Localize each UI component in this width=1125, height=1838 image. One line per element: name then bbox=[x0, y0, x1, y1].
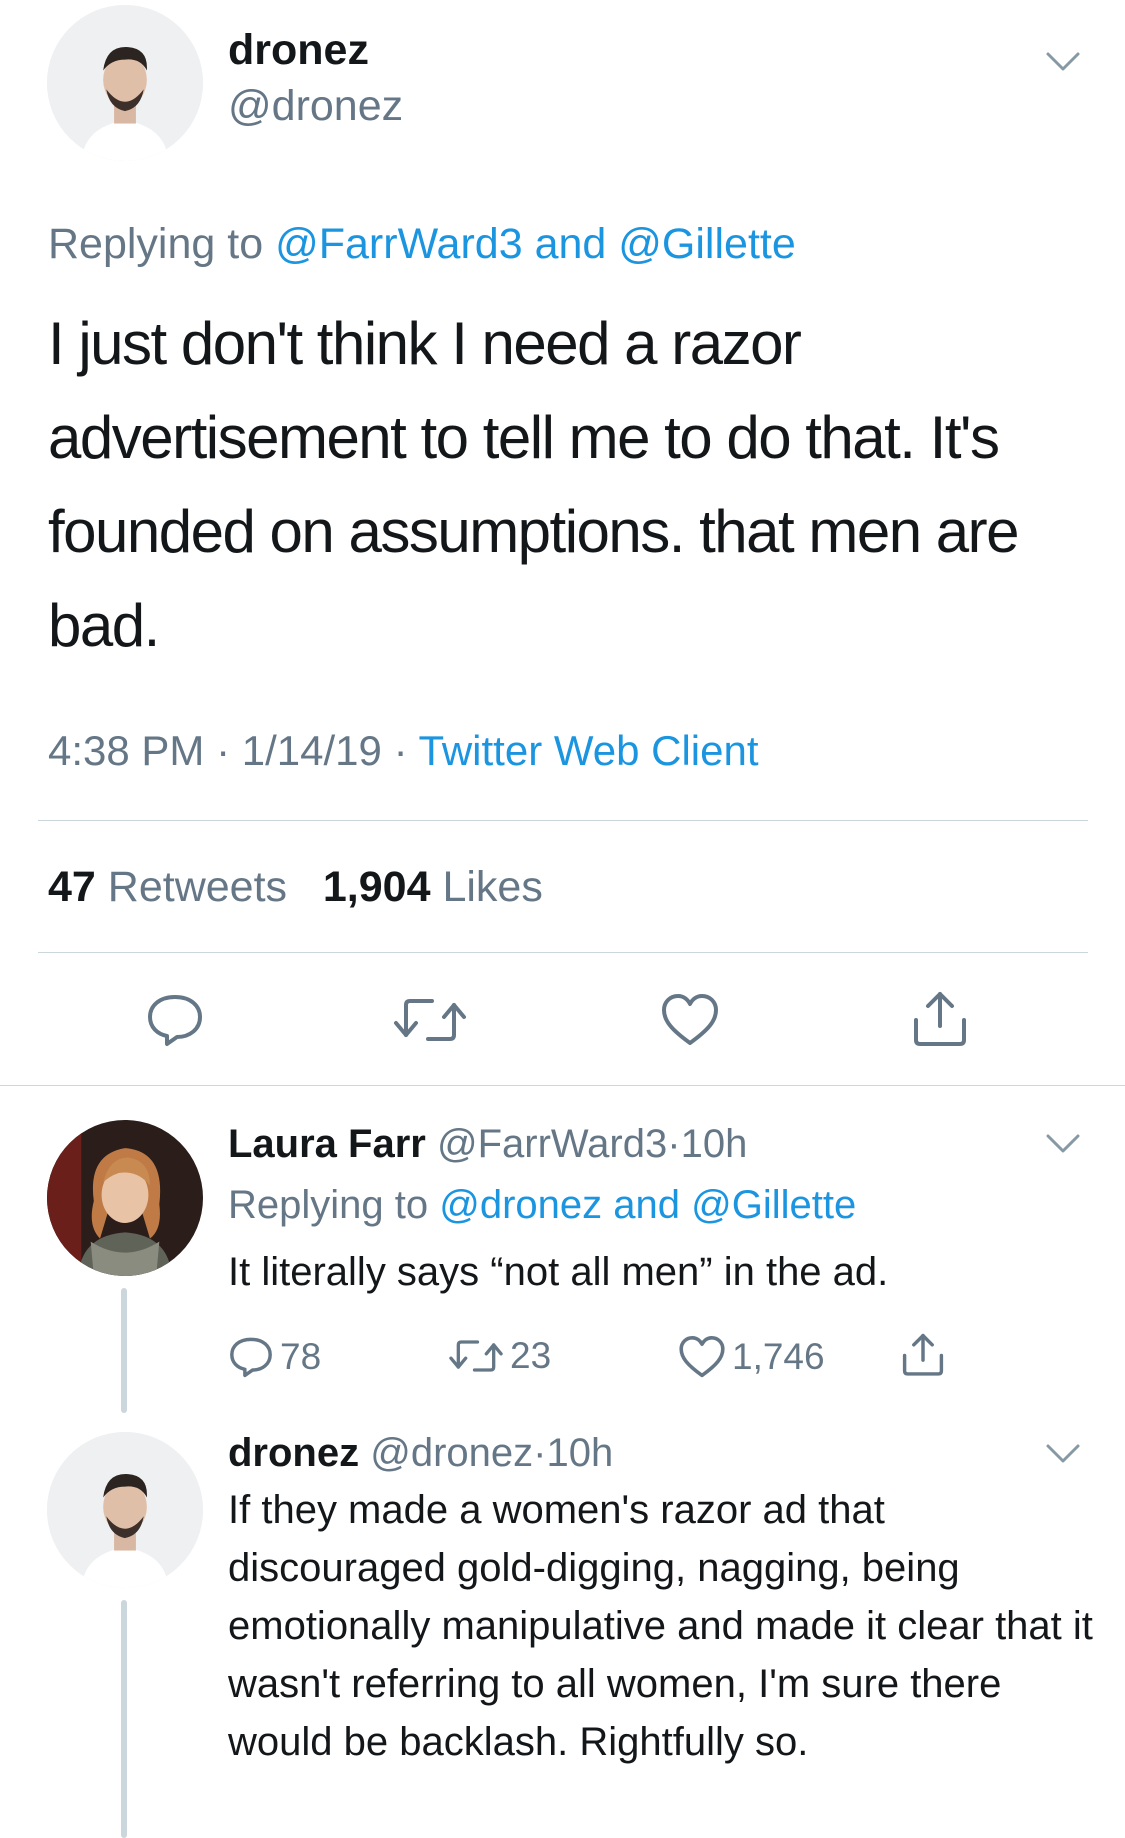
mention-link[interactable]: @FarrWard3 bbox=[275, 220, 523, 268]
replying-to: Replying to @dronez and @Gillette bbox=[228, 1183, 856, 1228]
author-handle[interactable]: @dronez bbox=[228, 82, 403, 131]
reply-text: If they made a women's razor ad that dis… bbox=[228, 1488, 1093, 1764]
retweets-stat[interactable]: 47 Retweets bbox=[48, 863, 287, 911]
reply-avatar[interactable] bbox=[47, 1432, 203, 1588]
reply-icon bbox=[148, 995, 202, 1046]
reply-count: 78 bbox=[280, 1336, 322, 1377]
share-button[interactable] bbox=[900, 1330, 952, 1378]
retweet-label: Retweets bbox=[107, 863, 288, 911]
chevron-down-icon[interactable] bbox=[1045, 50, 1081, 74]
tweet-time: 4:38 PM bbox=[48, 727, 205, 774]
reply-icon bbox=[230, 1337, 272, 1378]
chevron-down-icon[interactable] bbox=[1045, 1132, 1081, 1156]
reply-author-handle[interactable]: @FarrWard3 bbox=[437, 1122, 667, 1166]
reply-button[interactable]: 78 bbox=[228, 1335, 321, 1379]
likes-stat[interactable]: 1,904 Likes bbox=[323, 863, 543, 911]
replying-to-and[interactable]: and bbox=[535, 220, 607, 268]
replying-to-and[interactable]: and bbox=[613, 1183, 680, 1227]
thread-line bbox=[121, 1288, 127, 1413]
like-button[interactable]: 1,746 bbox=[678, 1335, 825, 1379]
meta-separator: · bbox=[533, 1431, 547, 1475]
reply-header: Laura Farr @FarrWard3·10h bbox=[228, 1122, 747, 1167]
avatar-image bbox=[47, 1432, 203, 1588]
retweet-count: 23 bbox=[510, 1335, 552, 1376]
tweet-client-link[interactable]: Twitter Web Client bbox=[419, 727, 759, 774]
retweet-button[interactable] bbox=[390, 990, 470, 1050]
reply-author-name[interactable]: Laura Farr bbox=[228, 1122, 426, 1166]
replying-to-label: Replying to bbox=[228, 1183, 429, 1227]
author-name[interactable]: dronez bbox=[228, 26, 369, 75]
like-icon bbox=[662, 994, 718, 1045]
like-icon bbox=[679, 1336, 725, 1378]
reply-author-handle[interactable]: @dronez bbox=[370, 1431, 533, 1475]
mention-link[interactable]: @dronez bbox=[439, 1183, 602, 1227]
tweet-meta: 4:38 PM · 1/14/19 · Twitter Web Client bbox=[48, 727, 759, 775]
like-count: 1,904 bbox=[322, 863, 431, 911]
reply-avatar[interactable] bbox=[47, 1120, 203, 1276]
reply-text: It literally says “not all men” in the a… bbox=[228, 1250, 889, 1294]
main-tweet-avatar[interactable] bbox=[47, 5, 203, 161]
meta-separator: · bbox=[667, 1122, 681, 1166]
reply-time[interactable]: 10h bbox=[681, 1122, 748, 1166]
retweet-icon bbox=[449, 1340, 503, 1372]
meta-separator: · bbox=[216, 727, 231, 774]
meta-separator: · bbox=[393, 727, 408, 774]
reply-time[interactable]: 10h bbox=[547, 1431, 614, 1475]
divider bbox=[38, 952, 1088, 953]
avatar-image bbox=[47, 1120, 203, 1276]
tweet-date: 1/14/19 bbox=[241, 727, 382, 774]
tweet-text: I just don't think I need a razor advert… bbox=[48, 310, 1019, 659]
replying-to: Replying to @FarrWard3 and @Gillette bbox=[48, 220, 796, 269]
chevron-down-icon[interactable] bbox=[1045, 1442, 1081, 1466]
mention-link[interactable]: @Gillette bbox=[691, 1183, 856, 1227]
retweet-count: 47 bbox=[48, 863, 96, 911]
like-button[interactable] bbox=[655, 990, 725, 1050]
replying-to-label: Replying to bbox=[48, 220, 264, 268]
like-count: 1,746 bbox=[732, 1336, 825, 1377]
share-icon bbox=[902, 1333, 944, 1376]
share-button[interactable] bbox=[905, 985, 975, 1050]
reply-button[interactable] bbox=[140, 990, 210, 1050]
reply-header: dronez @dronez·10h bbox=[228, 1431, 613, 1476]
retweet-button[interactable]: 23 bbox=[448, 1335, 551, 1377]
mention-link[interactable]: @Gillette bbox=[618, 220, 795, 268]
divider bbox=[38, 820, 1088, 821]
thread-line bbox=[121, 1600, 127, 1838]
retweet-icon bbox=[394, 999, 466, 1041]
divider bbox=[0, 1085, 1125, 1086]
share-icon bbox=[914, 991, 966, 1046]
like-label: Likes bbox=[442, 863, 543, 911]
tweet-stats: 47 Retweets 1,904 Likes bbox=[48, 863, 543, 912]
avatar-image bbox=[47, 5, 203, 161]
reply-author-name[interactable]: dronez bbox=[228, 1431, 359, 1475]
